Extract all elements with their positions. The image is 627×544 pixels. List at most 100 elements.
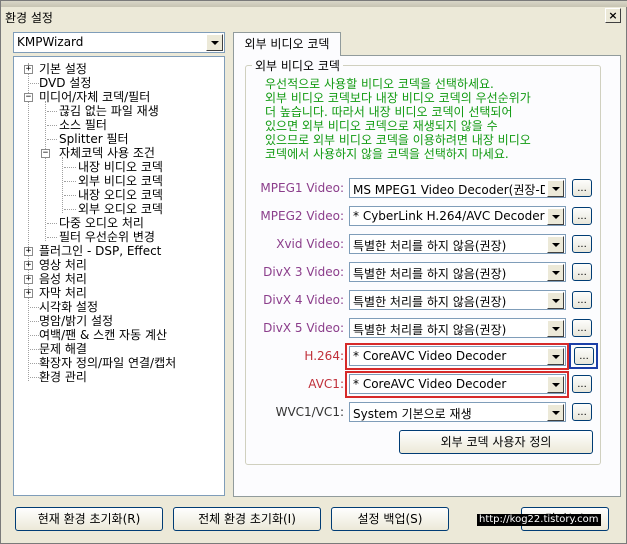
tree-guide-line xyxy=(30,321,39,322)
tree-guide-line xyxy=(47,125,57,126)
tree-guide-line xyxy=(64,209,76,210)
chevron-down-icon xyxy=(210,41,219,45)
codec-more-button-mpeg2[interactable]: ... xyxy=(572,207,592,225)
tree-item-extensions[interactable]: 확장자 정의/파일 연결/캡처 xyxy=(39,356,176,370)
tree-guide-line xyxy=(64,181,76,182)
tree-item-source-filter[interactable]: 소스 필터 xyxy=(59,118,107,132)
backup-settings-button[interactable]: 설정 백업(S) xyxy=(331,507,449,531)
tree-item-dvd-settings[interactable]: DVD 설정 xyxy=(39,76,91,90)
reset-current-button[interactable]: 현재 환경 초기화(R) xyxy=(15,507,163,531)
codec-label-wvc1: WVC1/VC1: xyxy=(275,405,344,419)
tree-item-internal-video-codec[interactable]: 내장 비디오 코덱 xyxy=(78,160,163,174)
codec-dropdown-button[interactable] xyxy=(547,404,564,421)
codec-label-mpeg1: MPEG1 Video: xyxy=(260,181,344,195)
codec-select-divx4[interactable]: 특별한 처리를 하지 않음(권장) xyxy=(349,290,566,310)
tree-guide-line xyxy=(47,237,57,238)
codec-dropdown-button[interactable] xyxy=(547,348,564,365)
codec-label-avc1: AVC1: xyxy=(308,377,344,391)
tree-item-external-video-codec[interactable]: 외부 비디오 코덱 xyxy=(78,174,163,188)
codec-dropdown-button[interactable] xyxy=(547,292,564,309)
tree-expander-basic[interactable]: + xyxy=(24,65,33,74)
codec-dropdown-button[interactable] xyxy=(547,264,564,281)
tree-item-media-codec-filter[interactable]: 미디어/자체 코덱/필터 xyxy=(39,90,150,104)
tree-item-margin-pan-scan[interactable]: 여백/팬 & 스캔 자동 계산 xyxy=(39,328,167,342)
tab-external-video-codec[interactable]: 외부 비디오 코덱 xyxy=(233,32,341,56)
codec-select-avc1[interactable]: * CoreAVC Video Decoder xyxy=(349,374,566,394)
chevron-down-icon xyxy=(551,187,560,191)
codec-select-value: * CoreAVC Video Decoder xyxy=(353,377,507,391)
codec-select-value: System 기본으로 재생 xyxy=(353,407,472,421)
tree-item-multi-audio[interactable]: 다중 오디오 처리 xyxy=(59,216,144,230)
titlebar: 환경 설정 × xyxy=(1,7,627,27)
close-window-button[interactable]: × xyxy=(605,8,621,23)
codec-label-mpeg2: MPEG2 Video: xyxy=(260,209,344,223)
watermark-url: http://kog22.tistory.com xyxy=(477,514,601,526)
tree-expander-media[interactable]: − xyxy=(24,93,33,102)
codec-select-h264[interactable]: * CoreAVC Video Decoder xyxy=(349,346,566,366)
chevron-down-icon xyxy=(551,355,560,359)
tree-item-codec-conditions[interactable]: 자체코덱 사용 조건 xyxy=(59,146,155,160)
codec-dropdown-button[interactable] xyxy=(547,236,564,253)
tree-guide-line xyxy=(30,377,39,378)
tree-item-filter-priority[interactable]: 필터 우선순위 변경 xyxy=(59,230,155,244)
codec-select-divx5[interactable]: 특별한 처리를 하지 않음(권장) xyxy=(349,318,566,338)
tree-guide-line xyxy=(30,349,39,350)
profile-dropdown-button[interactable] xyxy=(206,34,223,51)
codec-more-button-divx4[interactable]: ... xyxy=(572,291,592,309)
tree-item-visualization[interactable]: 시각화 설정 xyxy=(39,300,98,314)
custom-codec-button[interactable]: 외부 코덱 사용자 정의 xyxy=(399,430,593,454)
tree-guide-line xyxy=(30,83,39,84)
tree-item-troubleshoot[interactable]: 문제 해결 xyxy=(39,342,87,356)
tree-item-seamless-playback[interactable]: 끊김 없는 파일 재생 xyxy=(59,104,159,118)
codec-more-button-wvc1[interactable]: ... xyxy=(572,403,592,421)
tree-item-video-processing[interactable]: 영상 처리 xyxy=(39,258,87,272)
codec-more-button-avc1[interactable]: ... xyxy=(572,375,592,393)
codec-select-value: * CoreAVC Video Decoder xyxy=(353,349,507,363)
codec-select-mpeg1[interactable]: MS MPEG1 Video Decoder(권장-D xyxy=(349,178,566,198)
codec-label-divx3: DivX 3 Video: xyxy=(263,265,344,279)
codec-select-mpeg2[interactable]: * CyberLink H.264/AVC Decoder ( xyxy=(349,206,566,226)
tree-item-brightness[interactable]: 명암/밝기 설정 xyxy=(39,314,113,328)
codec-select-divx3[interactable]: 특별한 처리를 하지 않음(권장) xyxy=(349,262,566,282)
description-line: 있으면 외부 비디오 코덱으로 재생되지 않을 수 xyxy=(265,119,498,133)
reset-all-button[interactable]: 전체 환경 초기화(I) xyxy=(173,507,321,531)
tree-item-audio-processing[interactable]: 음성 처리 xyxy=(39,272,87,286)
codec-more-button-divx5[interactable]: ... xyxy=(572,319,592,337)
description-line: 코덱에서 사용하지 않을 코덱을 선택하지 마세요. xyxy=(265,147,509,161)
tree-guide-line xyxy=(47,139,57,140)
tree-item-external-audio-codec[interactable]: 외부 오디오 코덱 xyxy=(78,202,163,216)
codec-select-wvc1[interactable]: System 기본으로 재생 xyxy=(349,402,566,422)
tree-guide-line xyxy=(62,157,63,213)
settings-tree[interactable]: + 기본 설정 DVD 설정 − 미디어/자체 코덱/필터 끊김 없는 파일 재… xyxy=(13,56,225,496)
tree-item-plugin-dsp[interactable]: 플러그인 - DSP, Effect xyxy=(39,244,161,258)
codec-dropdown-button[interactable] xyxy=(547,376,564,393)
codec-more-button-mpeg1[interactable]: ... xyxy=(572,179,592,197)
tree-item-basic-settings[interactable]: 기본 설정 xyxy=(39,62,87,76)
codec-select-xvid[interactable]: 특별한 처리를 하지 않음(권장) xyxy=(349,234,566,254)
tree-item-environment[interactable]: 환경 관리 xyxy=(39,370,87,384)
codec-more-button-xvid[interactable]: ... xyxy=(572,235,592,253)
codec-more-button-h264[interactable]: ... xyxy=(574,347,594,365)
tree-guide-line xyxy=(47,111,57,112)
codec-dropdown-button[interactable] xyxy=(547,320,564,337)
codec-dropdown-button[interactable] xyxy=(547,208,564,225)
codec-more-button-divx3[interactable]: ... xyxy=(572,263,592,281)
codec-label-divx5: DivX 5 Video: xyxy=(263,321,344,335)
tree-expander-video[interactable]: + xyxy=(24,261,33,270)
tree-expander-plugin[interactable]: + xyxy=(24,247,33,256)
tree-guide-line xyxy=(45,101,46,241)
codec-dropdown-button[interactable] xyxy=(547,180,564,197)
chevron-down-icon xyxy=(551,411,560,415)
tree-item-splitter-filter[interactable]: Splitter 필터 xyxy=(59,132,129,146)
tree-expander-codec-conditions[interactable]: − xyxy=(41,149,50,158)
codec-select-value: 특별한 처리를 하지 않음(권장) xyxy=(353,239,507,253)
tree-item-subtitle-processing[interactable]: 자막 처리 xyxy=(39,286,87,300)
tree-item-internal-audio-codec[interactable]: 내장 오디오 코덱 xyxy=(78,188,163,202)
tree-guide-line xyxy=(30,307,39,308)
profile-select[interactable]: KMPWizard xyxy=(13,32,225,53)
codec-select-value: 특별한 처리를 하지 않음(권장) xyxy=(353,267,507,281)
codec-select-value: 특별한 처리를 하지 않음(권장) xyxy=(353,295,507,309)
codec-label-divx4: DivX 4 Video: xyxy=(263,293,344,307)
tree-expander-subtitle[interactable]: + xyxy=(24,289,33,298)
tree-expander-audio[interactable]: + xyxy=(24,275,33,284)
